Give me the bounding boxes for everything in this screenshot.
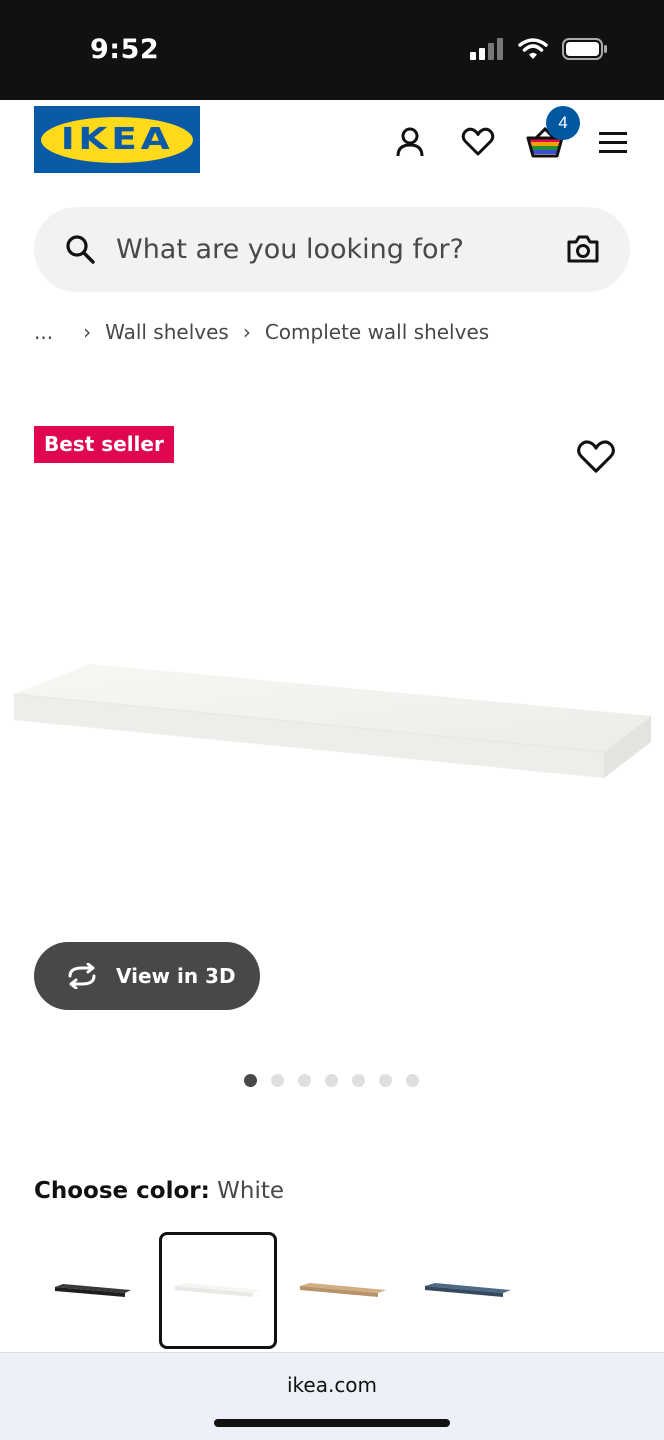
rotate-3d-icon (68, 963, 96, 989)
best-seller-badge: Best seller (34, 426, 174, 463)
heart-icon (461, 127, 495, 156)
status-time: 9:52 (90, 34, 160, 65)
view-in-3d-button[interactable]: View in 3D (34, 942, 260, 1010)
camera-icon[interactable] (566, 233, 600, 265)
profile-icon (396, 127, 424, 157)
favorites-button[interactable] (458, 122, 498, 162)
white-shelf-thumbnail (175, 1282, 261, 1297)
ikea-logo[interactable]: IKEA (34, 106, 200, 173)
wifi-icon (518, 38, 548, 59)
logo-text: IKEA (60, 122, 174, 157)
breadcrumb-item-complete-wall-shelves[interactable]: Complete wall shelves (265, 320, 489, 344)
home-indicator (214, 1419, 450, 1427)
breadcrumb-item-wall-shelves[interactable]: Wall shelves (105, 320, 229, 344)
status-bar: 9:52 (0, 0, 664, 100)
color-swatch-black[interactable] (34, 1232, 152, 1349)
chevron-right-icon: › (83, 320, 92, 344)
color-swatch-blue[interactable] (409, 1232, 527, 1349)
breadcrumb: ... › Wall shelves › Complete wall shelv… (34, 320, 489, 344)
carousel-dot[interactable] (244, 1074, 257, 1087)
product-image[interactable] (0, 640, 664, 800)
color-swatch-white[interactable] (159, 1232, 277, 1349)
selected-color-value: White (217, 1178, 285, 1204)
carousel-dot[interactable] (406, 1074, 419, 1087)
search-icon (66, 235, 95, 264)
carousel-dot[interactable] (379, 1074, 392, 1087)
breadcrumb-ellipsis[interactable]: ... (34, 320, 53, 344)
search-input[interactable]: What are you looking for? (116, 234, 464, 265)
signal-icon (470, 38, 503, 60)
color-swatch-oak[interactable] (284, 1232, 402, 1349)
profile-button[interactable] (390, 122, 430, 162)
choose-color-label: Choose color: (34, 1178, 210, 1204)
carousel-dot[interactable] (325, 1074, 338, 1087)
battery-icon (562, 38, 607, 60)
search-bar[interactable]: What are you looking for? (34, 207, 630, 292)
image-carousel-dots (244, 1074, 419, 1087)
oak-shelf-thumbnail (300, 1282, 386, 1297)
menu-button[interactable] (593, 122, 633, 162)
add-to-favorites-icon[interactable] (576, 438, 616, 476)
view-in-3d-label: View in 3D (116, 964, 236, 988)
carousel-dot[interactable] (271, 1074, 284, 1087)
cart-count-badge: 4 (546, 106, 580, 140)
color-selection-label: Choose color: White (34, 1178, 284, 1204)
url-text[interactable]: ikea.com (0, 1373, 664, 1397)
carousel-dot[interactable] (352, 1074, 365, 1087)
chevron-right-icon: › (242, 320, 251, 344)
black-shelf-thumbnail (55, 1283, 131, 1297)
hamburger-icon (599, 132, 627, 153)
browser-address-bar[interactable]: ikea.com (0, 1352, 664, 1440)
blue-shelf-thumbnail (425, 1282, 511, 1297)
status-icons (470, 38, 608, 60)
carousel-dot[interactable] (298, 1074, 311, 1087)
